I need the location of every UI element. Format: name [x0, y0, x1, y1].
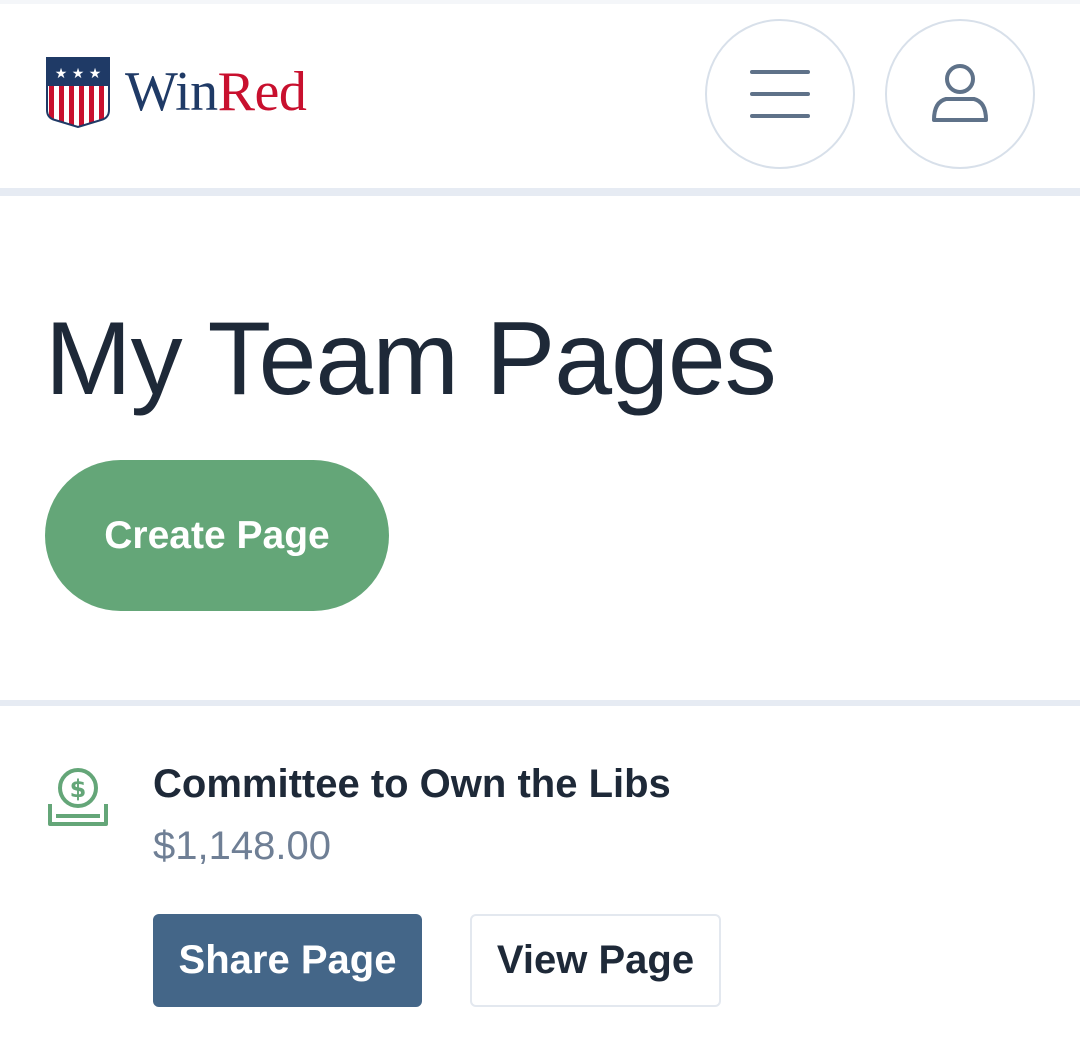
page-title: My Team Pages	[45, 301, 777, 417]
hamburger-icon	[750, 70, 810, 118]
brand-name-red: Red	[217, 60, 307, 123]
app-header: ★ ★ ★ WinRed	[0, 4, 1080, 188]
view-page-button[interactable]: View Page	[470, 914, 721, 1007]
svg-text:$: $	[70, 775, 87, 803]
donation-money-icon: $	[48, 768, 108, 826]
share-page-button[interactable]: Share Page	[153, 914, 422, 1007]
user-icon	[932, 64, 988, 122]
team-page-name[interactable]: Committee to Own the Libs	[153, 762, 671, 807]
brand-wordmark: WinRed	[125, 60, 307, 123]
create-page-button[interactable]: Create Page	[45, 460, 389, 611]
header-divider	[0, 188, 1080, 196]
menu-button[interactable]	[705, 19, 855, 169]
section-divider	[0, 700, 1080, 706]
account-button[interactable]	[885, 19, 1035, 169]
winred-logo[interactable]: ★ ★ ★ WinRed	[45, 54, 307, 129]
page: ★ ★ ★ WinRed My Team Pages Create Page $…	[0, 0, 1080, 1037]
svg-text:★ ★ ★: ★ ★ ★	[55, 66, 102, 82]
team-page-amount: $1,148.00	[153, 824, 331, 868]
brand-name-win: Win	[125, 60, 218, 123]
shield-flag-icon: ★ ★ ★	[46, 56, 110, 128]
